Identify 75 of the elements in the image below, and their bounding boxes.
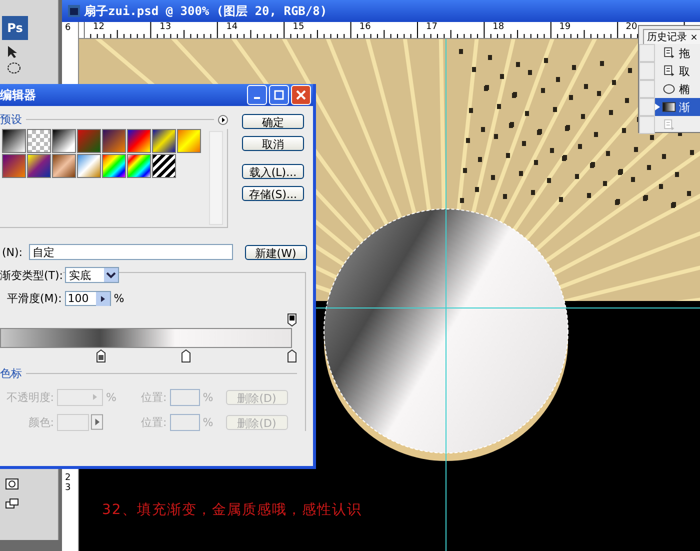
ruler-number: 16 [359,22,371,32]
percent-label: % [202,391,213,404]
color-stop-icon[interactable] [181,349,191,363]
smoothness-label: 平滑度(M): [7,291,62,306]
ruler-number: 18 [492,22,504,32]
caption-text: 32、填充渐变，金属质感哦，感性认识 [102,501,362,519]
gradient-type-label: 渐变类型(T): [0,268,64,282]
history-item[interactable]: 拖 [639,44,700,62]
close-icon [296,90,306,100]
dialog-title: 编辑器 [0,86,36,104]
window-title: 扇子zui.psd @ 300% (图层 20, RGB/8) [84,2,328,20]
ruler-number: 15 [292,22,304,32]
ruler-number: 23 [65,474,72,494]
ruler-number: 13 [160,22,172,32]
quick-mask-icon[interactable] [4,476,20,492]
gradient-swatch[interactable] [27,154,51,178]
gradient-swatch[interactable] [77,154,101,178]
ellipse-marquee-icon[interactable] [6,60,22,76]
history-item[interactable]: 渐 [639,98,700,116]
document-icon [662,46,676,60]
name-field[interactable]: 自定 [28,244,233,260]
gradient-swatch[interactable] [177,129,201,153]
stop-label: 不透明度: [5,390,54,405]
ruler-number: 14 [226,22,238,32]
color-stop-icon[interactable] [287,349,297,363]
minimize-icon [254,97,260,99]
position-label: 位置: [141,390,167,405]
percent-label: % [202,416,213,429]
gradient-bar[interactable] [0,328,292,348]
ruler-number: 6 [65,24,72,34]
color-stop-icon[interactable] [96,349,106,363]
gradient-swatch[interactable] [52,154,76,178]
gradient-swatch[interactable] [52,129,76,153]
gradient-swatch[interactable] [152,154,176,178]
percent-label: % [114,292,124,305]
minimize-button[interactable] [247,85,267,105]
name-label: (N): [2,246,23,258]
ruler-number: 17 [426,22,438,32]
dialog-button[interactable]: 确定 [242,114,304,129]
color-stops-label: 色标 [0,366,22,381]
percent-label: % [106,391,116,404]
gradient-type-dropdown[interactable]: 实底 [65,267,120,283]
presets-label: 预设 [0,112,22,127]
gradient-swatch[interactable] [2,129,26,153]
new-button[interactable]: 新建(W) [244,244,307,260]
history-tab[interactable]: 历史记录 × [643,29,700,44]
maximize-button[interactable] [269,85,289,105]
gradient-icon [662,100,676,114]
gradient-swatch[interactable] [102,154,126,178]
document-icon [662,64,676,78]
gradient-swatch[interactable] [2,154,26,178]
document-icon [68,5,80,17]
document-icon [662,118,676,132]
gradient-swatch[interactable] [127,154,151,178]
maximize-icon [274,90,284,100]
gradient-swatch[interactable] [152,129,176,153]
gradient-swatch[interactable] [127,129,151,153]
dialog-button[interactable]: 存储(S)... [242,186,304,201]
gradient-swatch[interactable] [27,129,51,153]
smoothness-field[interactable]: 100 [64,291,111,306]
ruler-number: 12 [93,22,104,32]
opacity-stop-icon[interactable] [287,313,297,327]
stop-label: 颜色: [27,415,54,430]
app-logo: Ps [2,16,28,40]
gradient-swatch[interactable] [102,129,126,153]
position-label: 位置: [141,415,167,430]
dialog-button[interactable]: 取消 [242,136,304,151]
dialog-button[interactable]: 载入(L)... [242,164,304,179]
history-item[interactable]: 椭 [639,80,700,98]
ruler-number: 19 [559,22,571,32]
history-item[interactable]: 取 [639,62,700,80]
ellipse-icon [662,82,676,96]
ruler-number: 20 [626,22,638,32]
gradient-swatch[interactable] [77,129,101,153]
close-button[interactable] [291,85,311,105]
